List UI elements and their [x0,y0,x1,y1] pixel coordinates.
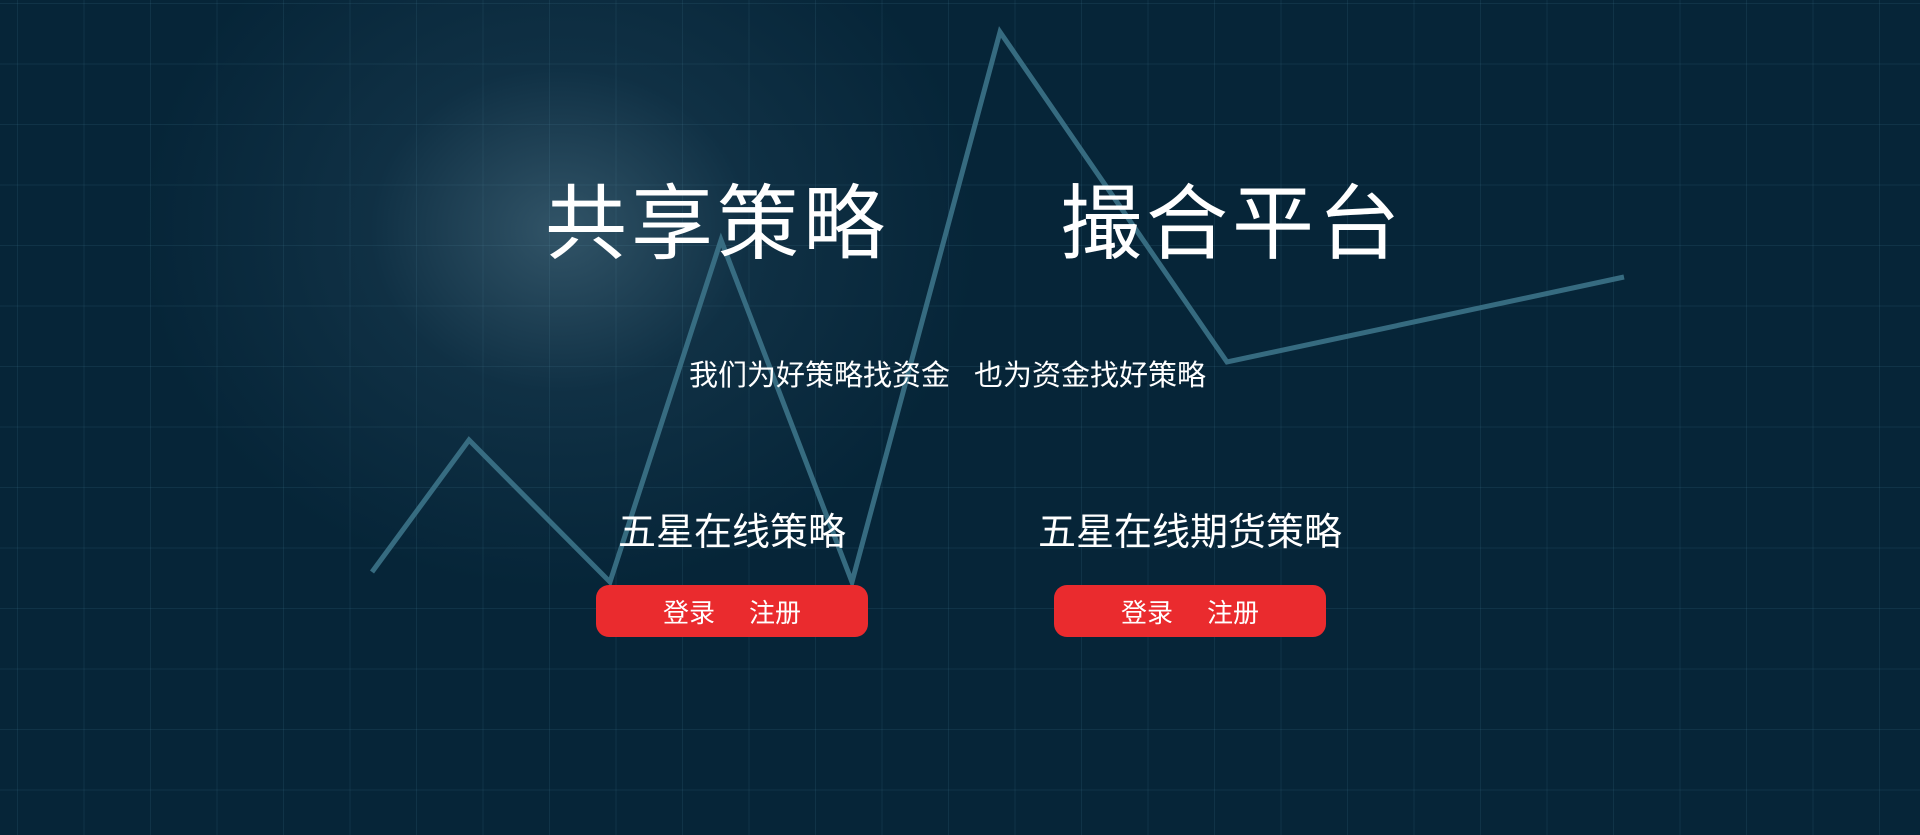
product-title: 五星在线期货策略 [1037,510,1342,554]
product-card-futures-strategy: 五星在线期货策略 登录 注册 [940,505,1440,637]
product-card-online-strategy: 五星在线策略 登录 注册 [482,505,982,637]
product-title: 五星在线策略 [617,510,846,554]
login-link[interactable]: 登录 [663,593,715,630]
hero-tagline: 我们为好策略找资金 也为资金找好策略 [0,355,1895,395]
register-link[interactable]: 注册 [749,593,801,630]
hero-title-right: 撮合平台 [1060,177,1405,272]
hero-title-left: 共享策略 [545,177,890,272]
auth-button: 登录 注册 [596,585,868,637]
trend-line-decoration [369,26,1625,591]
login-link[interactable]: 登录 [1121,593,1173,630]
tagline-part-2: 也为资金找好策略 [974,358,1207,392]
auth-button: 登录 注册 [1054,585,1326,637]
tagline-part-1: 我们为好策略找资金 [688,358,950,392]
register-link[interactable]: 注册 [1207,593,1259,630]
